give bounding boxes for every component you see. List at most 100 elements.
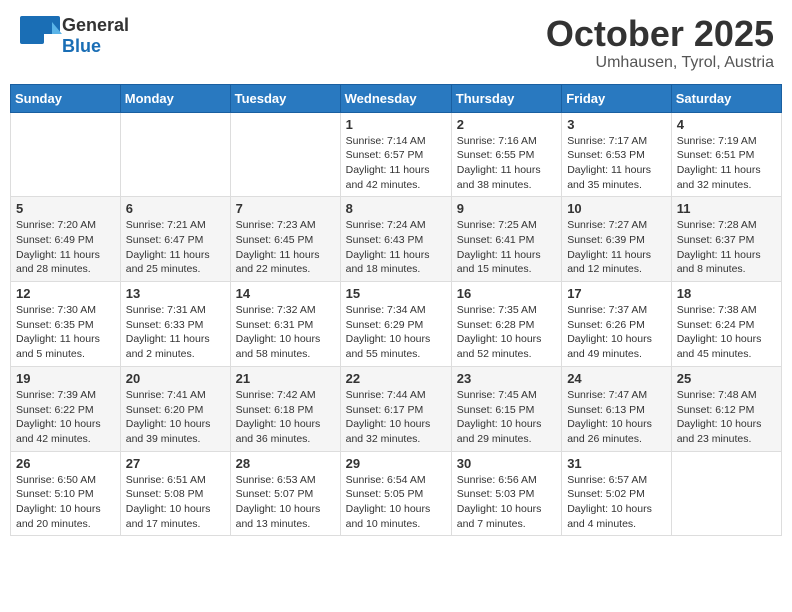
calendar-cell xyxy=(120,112,230,197)
day-info: Sunrise: 7:31 AM Sunset: 6:33 PM Dayligh… xyxy=(126,303,225,362)
calendar-cell xyxy=(671,451,781,536)
day-number: 18 xyxy=(677,286,776,301)
calendar-cell: 31 Sunrise: 6:57 AM Sunset: 5:02 PM Dayli… xyxy=(562,451,672,536)
day-number: 28 xyxy=(236,456,335,471)
calendar-cell: 6 Sunrise: 7:21 AM Sunset: 6:47 PM Daylig… xyxy=(120,197,230,282)
logo-text: General Blue xyxy=(62,15,129,57)
day-number: 10 xyxy=(567,201,666,216)
calendar-cell: 29Sunrise: 6:54 AM Sunset: 5:05 PM Dayli… xyxy=(340,451,451,536)
day-number: 30 xyxy=(457,456,556,471)
day-info: Sunrise: 7:24 AM Sunset: 6:43 PM Dayligh… xyxy=(346,218,446,277)
calendar-cell: 12Sunrise: 7:30 AM Sunset: 6:35 PM Dayli… xyxy=(11,282,121,367)
calendar-cell: 21 Sunrise: 7:42 AM Sunset: 6:18 PM Dayli… xyxy=(230,366,340,451)
calendar-cell: 22Sunrise: 7:44 AM Sunset: 6:17 PM Dayli… xyxy=(340,366,451,451)
calendar-cell: 27Sunrise: 6:51 AM Sunset: 5:08 PM Dayli… xyxy=(120,451,230,536)
day-number: 11 xyxy=(677,201,776,216)
day-number: 7 xyxy=(236,201,335,216)
day-number: 4 xyxy=(677,117,776,132)
day-number: 5 xyxy=(16,201,115,216)
calendar-cell: 17 Sunrise: 7:37 AM Sunset: 6:26 PM Dayli… xyxy=(562,282,672,367)
day-number: 2 xyxy=(457,117,556,132)
calendar-cell: 19Sunrise: 7:39 AM Sunset: 6:22 PM Dayli… xyxy=(11,366,121,451)
day-number: 24 xyxy=(567,371,666,386)
day-info: Sunrise: 7:19 AM Sunset: 6:51 PM Dayligh… xyxy=(677,134,776,193)
weekday-header-wednesday: Wednesday xyxy=(340,84,451,112)
day-info: Sunrise: 7:48 AM Sunset: 6:12 PM Dayligh… xyxy=(677,388,776,447)
calendar-week-1: 1 Sunrise: 7:14 AM Sunset: 6:57 PM Daylig… xyxy=(11,112,782,197)
day-number: 16 xyxy=(457,286,556,301)
weekday-header-friday: Friday xyxy=(562,84,672,112)
day-number: 31 xyxy=(567,456,666,471)
day-number: 17 xyxy=(567,286,666,301)
calendar-cell xyxy=(11,112,121,197)
day-number: 21 xyxy=(236,371,335,386)
calendar-cell: 18 Sunrise: 7:38 AM Sunset: 6:24 PM Dayli… xyxy=(671,282,781,367)
day-info: Sunrise: 7:35 AM Sunset: 6:28 PM Dayligh… xyxy=(457,303,556,362)
calendar-week-2: 5 Sunrise: 7:20 AM Sunset: 6:49 PM Daylig… xyxy=(11,197,782,282)
day-info: Sunrise: 6:53 AM Sunset: 5:07 PM Dayligh… xyxy=(236,473,335,532)
calendar-cell: 28 Sunrise: 6:53 AM Sunset: 5:07 PM Dayli… xyxy=(230,451,340,536)
day-info: Sunrise: 7:20 AM Sunset: 6:49 PM Dayligh… xyxy=(16,218,115,277)
calendar-cell: 13 Sunrise: 7:31 AM Sunset: 6:33 PM Dayli… xyxy=(120,282,230,367)
day-info: Sunrise: 7:32 AM Sunset: 6:31 PM Dayligh… xyxy=(236,303,335,362)
calendar-week-5: 26Sunrise: 6:50 AM Sunset: 5:10 PM Dayli… xyxy=(11,451,782,536)
logo: General Blue xyxy=(18,14,129,58)
calendar-cell: 14Sunrise: 7:32 AM Sunset: 6:31 PM Dayli… xyxy=(230,282,340,367)
location: Umhausen, Tyrol, Austria xyxy=(546,54,774,72)
calendar-table: SundayMondayTuesdayWednesdayThursdayFrid… xyxy=(10,84,782,537)
day-number: 20 xyxy=(126,371,225,386)
day-info: Sunrise: 7:14 AM Sunset: 6:57 PM Dayligh… xyxy=(346,134,446,193)
title-block: October 2025 Umhausen, Tyrol, Austria xyxy=(546,14,774,72)
day-info: Sunrise: 6:54 AM Sunset: 5:05 PM Dayligh… xyxy=(346,473,446,532)
day-info: Sunrise: 7:47 AM Sunset: 6:13 PM Dayligh… xyxy=(567,388,666,447)
calendar-cell: 10 Sunrise: 7:27 AM Sunset: 6:39 PM Dayli… xyxy=(562,197,672,282)
day-number: 6 xyxy=(126,201,225,216)
day-info: Sunrise: 7:21 AM Sunset: 6:47 PM Dayligh… xyxy=(126,218,225,277)
day-info: Sunrise: 7:38 AM Sunset: 6:24 PM Dayligh… xyxy=(677,303,776,362)
day-info: Sunrise: 7:27 AM Sunset: 6:39 PM Dayligh… xyxy=(567,218,666,277)
weekday-header-monday: Monday xyxy=(120,84,230,112)
calendar-cell: 8 Sunrise: 7:24 AM Sunset: 6:43 PM Daylig… xyxy=(340,197,451,282)
calendar-cell: 11Sunrise: 7:28 AM Sunset: 6:37 PM Dayli… xyxy=(671,197,781,282)
day-number: 15 xyxy=(346,286,446,301)
day-info: Sunrise: 7:41 AM Sunset: 6:20 PM Dayligh… xyxy=(126,388,225,447)
calendar-cell: 24 Sunrise: 7:47 AM Sunset: 6:13 PM Dayli… xyxy=(562,366,672,451)
calendar-cell: 7 Sunrise: 7:23 AM Sunset: 6:45 PM Daylig… xyxy=(230,197,340,282)
day-number: 23 xyxy=(457,371,556,386)
weekday-header-row: SundayMondayTuesdayWednesdayThursdayFrid… xyxy=(11,84,782,112)
day-info: Sunrise: 7:42 AM Sunset: 6:18 PM Dayligh… xyxy=(236,388,335,447)
calendar-cell: 16 Sunrise: 7:35 AM Sunset: 6:28 PM Dayli… xyxy=(451,282,561,367)
day-info: Sunrise: 7:25 AM Sunset: 6:41 PM Dayligh… xyxy=(457,218,556,277)
calendar-cell: 26Sunrise: 6:50 AM Sunset: 5:10 PM Dayli… xyxy=(11,451,121,536)
weekday-header-saturday: Saturday xyxy=(671,84,781,112)
calendar-cell: 15 Sunrise: 7:34 AM Sunset: 6:29 PM Dayli… xyxy=(340,282,451,367)
weekday-header-thursday: Thursday xyxy=(451,84,561,112)
day-info: Sunrise: 6:50 AM Sunset: 5:10 PM Dayligh… xyxy=(16,473,115,532)
page-header: General Blue October 2025 Umhausen, Tyro… xyxy=(10,10,782,76)
calendar-week-3: 12Sunrise: 7:30 AM Sunset: 6:35 PM Dayli… xyxy=(11,282,782,367)
day-info: Sunrise: 7:34 AM Sunset: 6:29 PM Dayligh… xyxy=(346,303,446,362)
day-info: Sunrise: 7:37 AM Sunset: 6:26 PM Dayligh… xyxy=(567,303,666,362)
day-info: Sunrise: 7:17 AM Sunset: 6:53 PM Dayligh… xyxy=(567,134,666,193)
logo-blue: Blue xyxy=(62,36,101,56)
day-number: 8 xyxy=(346,201,446,216)
calendar-cell: 4 Sunrise: 7:19 AM Sunset: 6:51 PM Daylig… xyxy=(671,112,781,197)
day-info: Sunrise: 6:56 AM Sunset: 5:03 PM Dayligh… xyxy=(457,473,556,532)
calendar-cell xyxy=(230,112,340,197)
weekday-header-sunday: Sunday xyxy=(11,84,121,112)
day-info: Sunrise: 6:51 AM Sunset: 5:08 PM Dayligh… xyxy=(126,473,225,532)
logo-general: General xyxy=(62,15,129,36)
day-info: Sunrise: 7:30 AM Sunset: 6:35 PM Dayligh… xyxy=(16,303,115,362)
calendar-cell: 3 Sunrise: 7:17 AM Sunset: 6:53 PM Daylig… xyxy=(562,112,672,197)
day-info: Sunrise: 7:23 AM Sunset: 6:45 PM Dayligh… xyxy=(236,218,335,277)
day-number: 22 xyxy=(346,371,446,386)
day-info: Sunrise: 7:16 AM Sunset: 6:55 PM Dayligh… xyxy=(457,134,556,193)
calendar-cell: 23Sunrise: 7:45 AM Sunset: 6:15 PM Dayli… xyxy=(451,366,561,451)
day-number: 1 xyxy=(346,117,446,132)
day-info: Sunrise: 6:57 AM Sunset: 5:02 PM Dayligh… xyxy=(567,473,666,532)
calendar-cell: 9Sunrise: 7:25 AM Sunset: 6:41 PM Daylig… xyxy=(451,197,561,282)
calendar-cell: 5 Sunrise: 7:20 AM Sunset: 6:49 PM Daylig… xyxy=(11,197,121,282)
calendar-week-4: 19Sunrise: 7:39 AM Sunset: 6:22 PM Dayli… xyxy=(11,366,782,451)
day-number: 13 xyxy=(126,286,225,301)
day-number: 3 xyxy=(567,117,666,132)
